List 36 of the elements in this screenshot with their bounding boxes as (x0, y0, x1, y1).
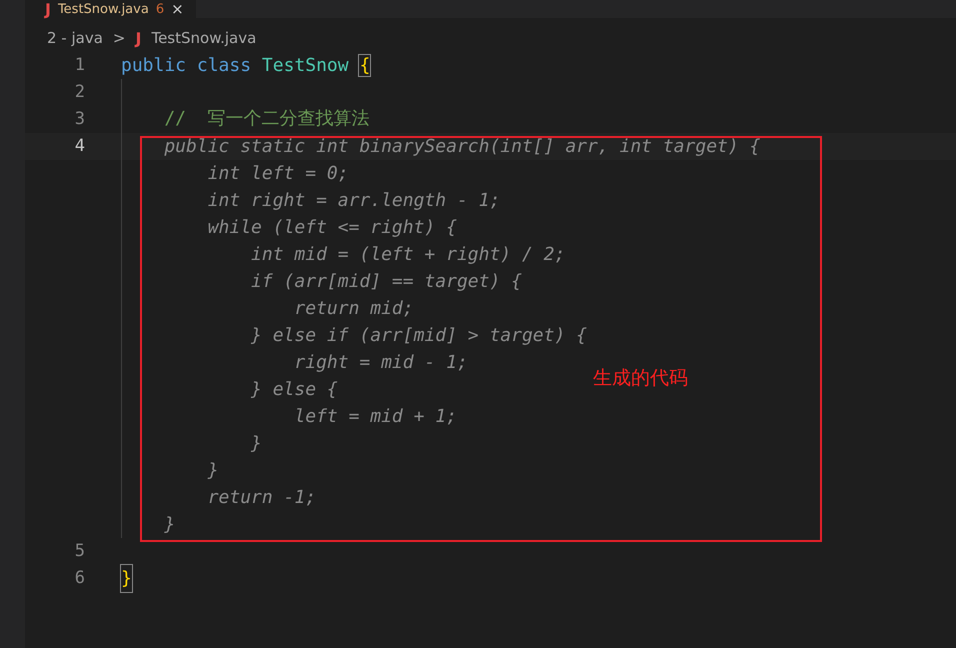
line-number: 3 (74, 108, 85, 131)
line-number: 1 (74, 54, 85, 77)
suggested-code-line: } (206, 459, 219, 483)
bracket-token: { (359, 55, 370, 76)
problem-count: 6 (156, 2, 164, 16)
breadcrumb-item[interactable]: 2 - java (47, 29, 103, 47)
suggested-code-line: int left = 0; (206, 162, 349, 186)
suggested-code-line: int mid = (left + right) / 2; (250, 243, 566, 267)
annotation-label: 生成的代码 (593, 366, 688, 391)
code-line: // 写一个二分查找算法 (163, 107, 370, 131)
code-token: public class (121, 55, 252, 76)
line-number: 4 (74, 135, 85, 158)
tab-title: TestSnow.java (58, 2, 149, 16)
suggested-code-line: int right = arr.length - 1; (206, 189, 500, 213)
java-file-icon: J (45, 0, 51, 18)
chevron-icon: > (112, 29, 126, 47)
java-file-icon: J (136, 28, 142, 48)
breadcrumb-item[interactable]: TestSnow.java (151, 29, 256, 47)
suggested-code-line: while (left <= right) { (206, 216, 457, 240)
suggested-code-line: } (163, 513, 176, 537)
suggested-code-line: } (250, 432, 262, 456)
suggested-code-line: return mid; (293, 297, 414, 321)
line-number: 5 (74, 540, 85, 563)
suggested-code-line: public static int binarySearch(int[] arr, int target) { (163, 135, 760, 159)
line-number: 2 (74, 81, 85, 104)
code-line: } (121, 565, 132, 592)
suggested-code-line: right = mid - 1; (293, 351, 468, 375)
line-number: 6 (74, 567, 85, 590)
editor-tab[interactable]: J TestSnow.java 6 × (25, 0, 196, 18)
code-token: TestSnow (262, 55, 349, 76)
suggested-code-line: if (arr[mid] == target) { (250, 270, 522, 294)
suggested-code-line: } else { (250, 378, 338, 402)
suggested-code-line: left = mid + 1; (293, 405, 457, 429)
suggested-code-line: return -1; (206, 486, 316, 510)
suggested-code-line: } else if (arr[mid] > target) { (250, 324, 587, 348)
close-icon[interactable]: × (171, 0, 184, 18)
